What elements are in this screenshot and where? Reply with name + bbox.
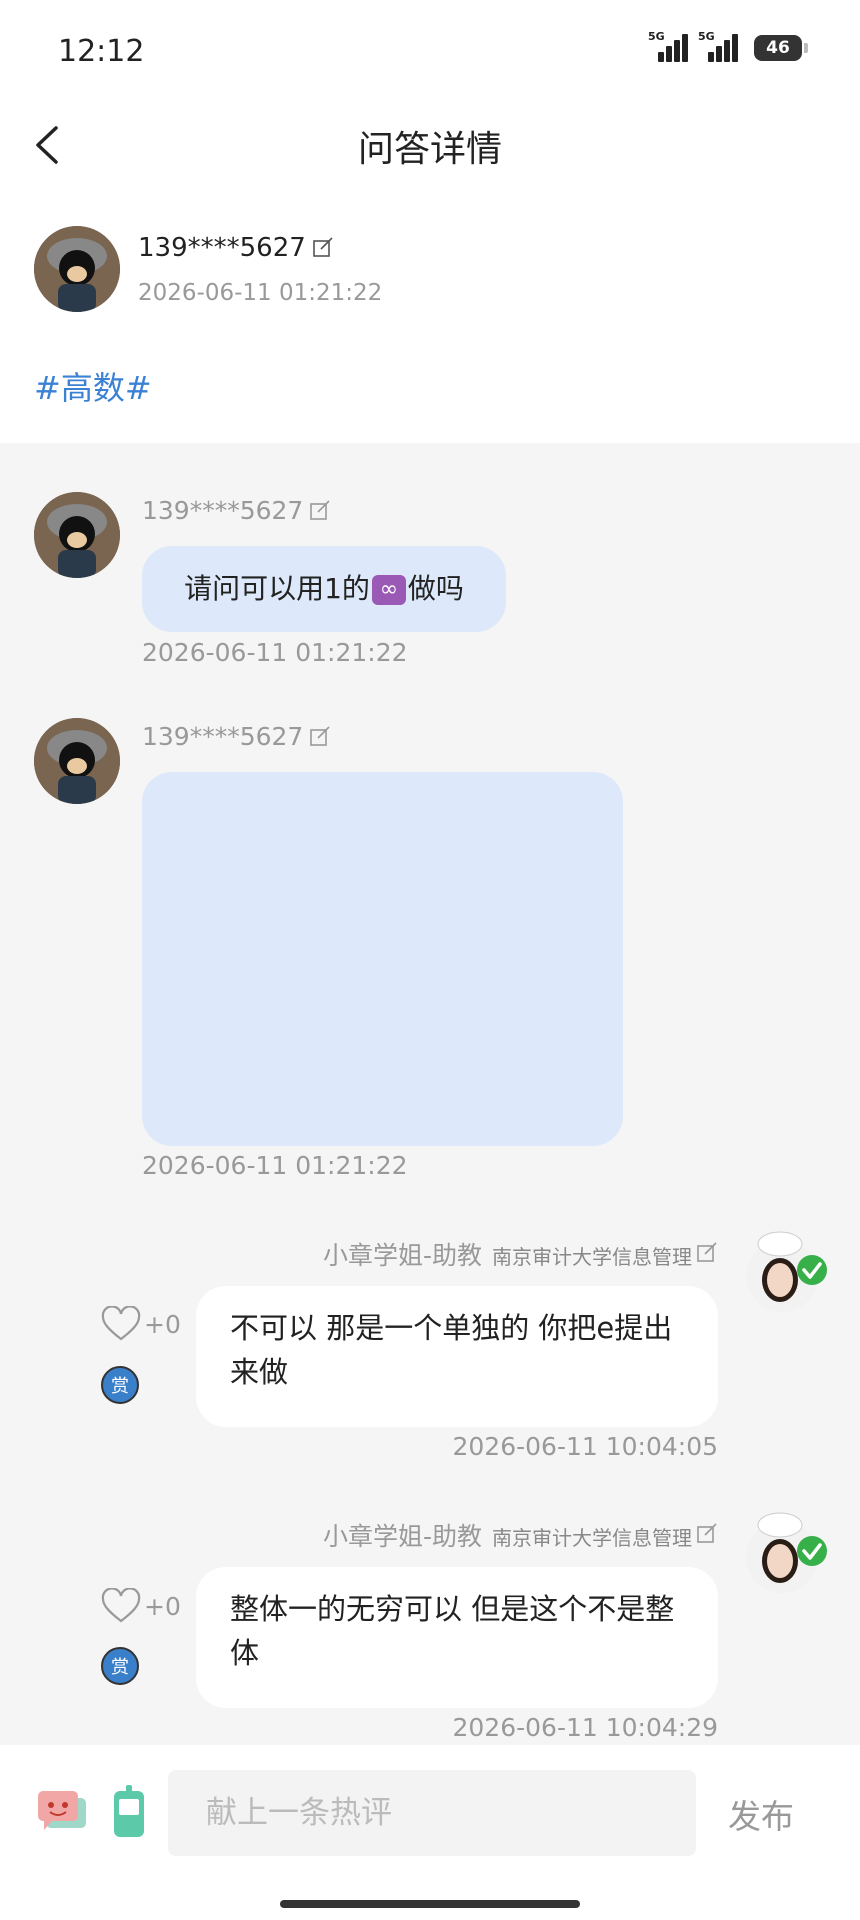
- nav-bar: 问答详情: [0, 100, 860, 190]
- reward-badge-icon[interactable]: 赏: [101, 1647, 139, 1685]
- like-count: +0: [144, 1309, 181, 1339]
- answer-author: 小章学姐-助教 南京审计大学信息管理: [323, 1236, 718, 1272]
- ta-avatar[interactable]: [742, 1511, 828, 1597]
- edit-icon[interactable]: [696, 1242, 718, 1264]
- answer-time: 2026-06-11 10:04:29: [452, 1713, 718, 1742]
- status-indicators: 5G 5G 46: [648, 30, 808, 66]
- heart-icon: [101, 1588, 141, 1623]
- status-time: 12:12: [58, 34, 145, 69]
- like-button[interactable]: +0: [100, 1306, 181, 1342]
- like-button[interactable]: +0: [100, 1588, 181, 1624]
- home-indicator: [280, 1900, 580, 1908]
- answer-author: 小章学姐-助教 南京审计大学信息管理: [323, 1517, 718, 1553]
- signal-icon: 5G: [698, 30, 740, 66]
- message-time: 2026-06-11 01:21:22: [142, 1151, 408, 1180]
- edit-icon[interactable]: [309, 725, 331, 748]
- answer-bubble: 不可以 那是一个单独的 你把e提出来做: [196, 1286, 718, 1427]
- comment-composer: 发布: [0, 1745, 860, 1920]
- edit-icon[interactable]: [309, 499, 331, 522]
- verified-check-icon: [797, 1255, 827, 1285]
- answer-bubble: 整体一的无穷可以 但是这个不是整体: [196, 1567, 718, 1708]
- post-time: 2026-06-11 01:21:22: [138, 280, 383, 306]
- publish-button[interactable]: 发布: [728, 1790, 794, 1838]
- message-time: 2026-06-11 01:21:22: [142, 638, 408, 667]
- comment-input[interactable]: [168, 1770, 696, 1856]
- topic-tag[interactable]: #高数#: [34, 363, 152, 409]
- verified-check-icon: [797, 1536, 827, 1566]
- battery-icon: 46: [754, 35, 808, 61]
- poster-username: 139****5627: [138, 233, 334, 263]
- edit-icon[interactable]: [312, 237, 334, 259]
- message-username: 139****5627: [142, 722, 331, 751]
- message-username: 139****5627: [142, 496, 331, 525]
- like-count: +0: [144, 1591, 181, 1621]
- ta-avatar[interactable]: [742, 1230, 828, 1316]
- ta-name: 小章学姐-助教: [322, 1522, 482, 1551]
- answer-time: 2026-06-11 10:04:05: [452, 1432, 718, 1461]
- signal-icon: 5G: [648, 30, 690, 66]
- ta-school: 南京审计大学信息管理: [492, 1526, 692, 1550]
- ta-school: 南京审计大学信息管理: [492, 1245, 692, 1269]
- message-bubble: 请问可以用1的 ∞ 做吗: [142, 546, 506, 632]
- avatar[interactable]: [34, 492, 120, 578]
- heart-icon: [101, 1306, 141, 1341]
- avatar[interactable]: [34, 226, 120, 312]
- image-message-bubble[interactable]: [142, 772, 623, 1146]
- page-title: 问答详情: [357, 129, 502, 170]
- status-bar: 12:12 5G 5G 46: [0, 0, 860, 100]
- reward-badge-icon[interactable]: 赏: [101, 1366, 139, 1404]
- avatar[interactable]: [34, 718, 120, 804]
- ta-name: 小章学姐-助教: [322, 1241, 482, 1270]
- edit-icon[interactable]: [696, 1523, 718, 1545]
- phone-icon[interactable]: [112, 1785, 146, 1839]
- infinity-emoji-icon: ∞: [371, 575, 406, 605]
- chat-bubble-icon[interactable]: [36, 1788, 88, 1836]
- username: 139****5627: [138, 233, 306, 263]
